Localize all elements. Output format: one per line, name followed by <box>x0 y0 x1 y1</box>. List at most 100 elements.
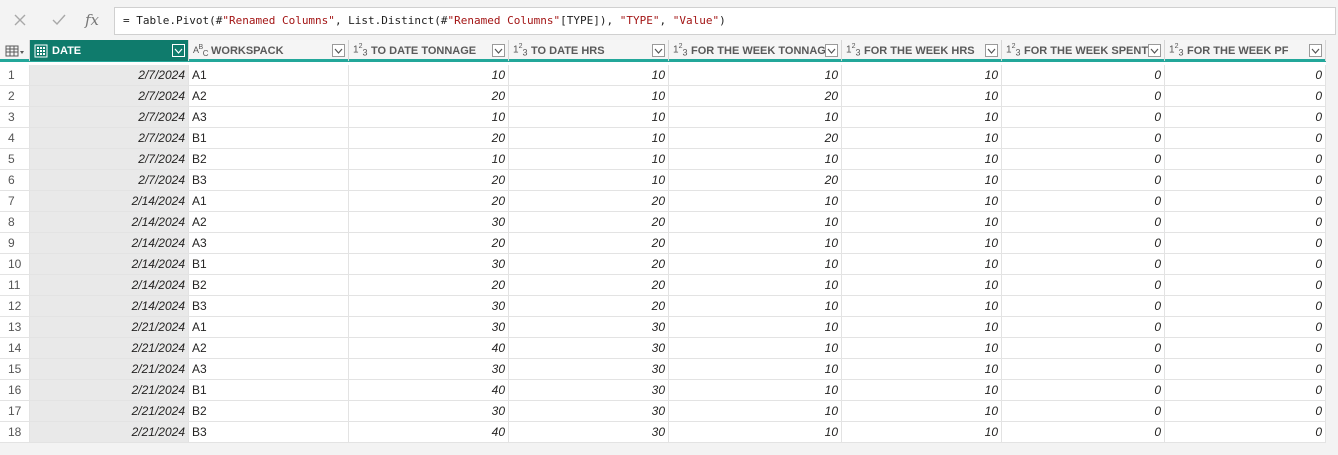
table-cell-workspack[interactable]: B3 <box>189 296 349 317</box>
table-cell-for-the-week-pf[interactable]: 0 <box>1165 317 1326 338</box>
table-cell-for-the-week-pf[interactable]: 0 <box>1165 170 1326 191</box>
table-cell-for-the-week-pf[interactable]: 0 <box>1165 65 1326 86</box>
table-cell-for-the-week-hrs[interactable]: 10 <box>842 317 1002 338</box>
filter-dropdown-icon[interactable] <box>172 44 185 57</box>
table-cell-for-the-week-pf[interactable]: 0 <box>1165 380 1326 401</box>
column-header-for-the-week-tonnage[interactable]: 123 FOR THE WEEK TONNAGE <box>669 40 842 61</box>
table-cell-for-the-week-pf[interactable]: 0 <box>1165 149 1326 170</box>
number-type-icon[interactable]: 123 <box>349 43 371 57</box>
table-cell-to-date-tonnage[interactable]: 20 <box>349 233 509 254</box>
table-cell-for-the-week-spent[interactable]: 0 <box>1002 212 1165 233</box>
filter-dropdown-icon[interactable] <box>652 44 665 57</box>
row-number[interactable]: 16 <box>0 380 30 401</box>
row-number[interactable]: 10 <box>0 254 30 275</box>
table-cell-to-date-tonnage[interactable]: 20 <box>349 86 509 107</box>
table-cell-workspack[interactable]: B1 <box>189 254 349 275</box>
row-number[interactable]: 14 <box>0 338 30 359</box>
table-cell-date[interactable]: 2/7/2024 <box>30 170 189 191</box>
table-cell-for-the-week-pf[interactable]: 0 <box>1165 296 1326 317</box>
row-number[interactable]: 15 <box>0 359 30 380</box>
date-icon[interactable] <box>30 44 52 58</box>
table-cell-to-date-tonnage[interactable]: 20 <box>349 191 509 212</box>
row-number[interactable]: 18 <box>0 422 30 443</box>
table-cell-for-the-week-pf[interactable]: 0 <box>1165 233 1326 254</box>
column-header-to-date-tonnage[interactable]: 123 TO DATE TONNAGE <box>349 40 509 61</box>
table-cell-to-date-tonnage[interactable]: 20 <box>349 170 509 191</box>
table-cell-to-date-hrs[interactable]: 10 <box>509 149 669 170</box>
row-number[interactable]: 6 <box>0 170 30 191</box>
table-cell-for-the-week-spent[interactable]: 0 <box>1002 401 1165 422</box>
table-cell-workspack[interactable]: A1 <box>189 65 349 86</box>
vertical-scroll-gutter[interactable] <box>1326 40 1338 455</box>
row-number[interactable]: 5 <box>0 149 30 170</box>
table-cell-to-date-tonnage[interactable]: 10 <box>349 65 509 86</box>
table-cell-for-the-week-tonnage[interactable]: 10 <box>669 254 842 275</box>
table-cell-to-date-tonnage[interactable]: 40 <box>349 338 509 359</box>
table-cell-for-the-week-tonnage[interactable]: 20 <box>669 86 842 107</box>
column-header-for-the-week-hrs[interactable]: 123 FOR THE WEEK HRS <box>842 40 1002 61</box>
row-number[interactable]: 17 <box>0 401 30 422</box>
table-cell-date[interactable]: 2/21/2024 <box>30 317 189 338</box>
table-cell-for-the-week-spent[interactable]: 0 <box>1002 254 1165 275</box>
table-cell-for-the-week-hrs[interactable]: 10 <box>842 338 1002 359</box>
filter-dropdown-icon[interactable] <box>985 44 998 57</box>
table-cell-date[interactable]: 2/7/2024 <box>30 149 189 170</box>
table-cell-workspack[interactable]: A3 <box>189 359 349 380</box>
table-cell-for-the-week-tonnage[interactable]: 10 <box>669 359 842 380</box>
table-cell-for-the-week-hrs[interactable]: 10 <box>842 422 1002 443</box>
table-cell-for-the-week-tonnage[interactable]: 10 <box>669 317 842 338</box>
table-row[interactable]: 16 2/21/2024 B1 40 30 10 10 0 0 <box>0 380 1326 401</box>
column-header-to-date-hrs[interactable]: 123 TO DATE HRS <box>509 40 669 61</box>
table-cell-to-date-hrs[interactable]: 20 <box>509 233 669 254</box>
table-cell-for-the-week-hrs[interactable]: 10 <box>842 149 1002 170</box>
table-cell-for-the-week-tonnage[interactable]: 10 <box>669 233 842 254</box>
table-cell-for-the-week-spent[interactable]: 0 <box>1002 170 1165 191</box>
table-cell-for-the-week-tonnage[interactable]: 10 <box>669 338 842 359</box>
table-cell-to-date-hrs[interactable]: 30 <box>509 338 669 359</box>
table-cell-workspack[interactable]: B3 <box>189 422 349 443</box>
table-cell-for-the-week-pf[interactable]: 0 <box>1165 401 1326 422</box>
table-row[interactable]: 15 2/21/2024 A3 30 30 10 10 0 0 <box>0 359 1326 380</box>
table-cell-to-date-tonnage[interactable]: 10 <box>349 149 509 170</box>
column-header-for-the-week-spent[interactable]: 123 FOR THE WEEK SPENT <box>1002 40 1165 61</box>
table-cell-for-the-week-spent[interactable]: 0 <box>1002 380 1165 401</box>
table-row[interactable]: 14 2/21/2024 A2 40 30 10 10 0 0 <box>0 338 1326 359</box>
table-cell-workspack[interactable]: B3 <box>189 170 349 191</box>
table-cell-to-date-hrs[interactable]: 10 <box>509 170 669 191</box>
table-cell-to-date-hrs[interactable]: 30 <box>509 317 669 338</box>
number-type-icon[interactable]: 123 <box>669 43 691 57</box>
row-number[interactable]: 11 <box>0 275 30 296</box>
table-cell-date[interactable]: 2/7/2024 <box>30 65 189 86</box>
table-cell-to-date-hrs[interactable]: 30 <box>509 422 669 443</box>
text-type-icon[interactable]: ABC <box>189 44 211 58</box>
table-cell-for-the-week-tonnage[interactable]: 20 <box>669 128 842 149</box>
table-cell-for-the-week-hrs[interactable]: 10 <box>842 170 1002 191</box>
table-cell-workspack[interactable]: A3 <box>189 107 349 128</box>
table-cell-for-the-week-tonnage[interactable]: 10 <box>669 275 842 296</box>
table-row[interactable]: 18 2/21/2024 B3 40 30 10 10 0 0 <box>0 422 1326 443</box>
table-cell-date[interactable]: 2/21/2024 <box>30 359 189 380</box>
table-row[interactable]: 12 2/14/2024 B3 30 20 10 10 0 0 <box>0 296 1326 317</box>
column-header-for-the-week-pf[interactable]: 123 FOR THE WEEK PF <box>1165 40 1326 61</box>
table-cell-for-the-week-hrs[interactable]: 10 <box>842 296 1002 317</box>
table-cell-for-the-week-spent[interactable]: 0 <box>1002 317 1165 338</box>
table-cell-to-date-hrs[interactable]: 10 <box>509 65 669 86</box>
table-cell-for-the-week-pf[interactable]: 0 <box>1165 359 1326 380</box>
table-cell-for-the-week-pf[interactable]: 0 <box>1165 212 1326 233</box>
table-cell-for-the-week-hrs[interactable]: 10 <box>842 359 1002 380</box>
table-cell-workspack[interactable]: A2 <box>189 212 349 233</box>
column-header-workspack[interactable]: ABC WORKSPACK <box>189 40 349 61</box>
table-cell-for-the-week-hrs[interactable]: 10 <box>842 380 1002 401</box>
table-cell-for-the-week-tonnage[interactable]: 10 <box>669 401 842 422</box>
table-cell-for-the-week-spent[interactable]: 0 <box>1002 128 1165 149</box>
table-cell-to-date-tonnage[interactable]: 40 <box>349 380 509 401</box>
table-row[interactable]: 6 2/7/2024 B3 20 10 20 10 0 0 <box>0 170 1326 191</box>
table-cell-for-the-week-hrs[interactable]: 10 <box>842 86 1002 107</box>
table-cell-workspack[interactable]: B2 <box>189 401 349 422</box>
table-cell-to-date-tonnage[interactable]: 10 <box>349 107 509 128</box>
row-number[interactable]: 9 <box>0 233 30 254</box>
table-cell-for-the-week-tonnage[interactable]: 10 <box>669 65 842 86</box>
table-row[interactable]: 3 2/7/2024 A3 10 10 10 10 0 0 <box>0 107 1326 128</box>
row-number[interactable]: 8 <box>0 212 30 233</box>
table-cell-for-the-week-hrs[interactable]: 10 <box>842 254 1002 275</box>
